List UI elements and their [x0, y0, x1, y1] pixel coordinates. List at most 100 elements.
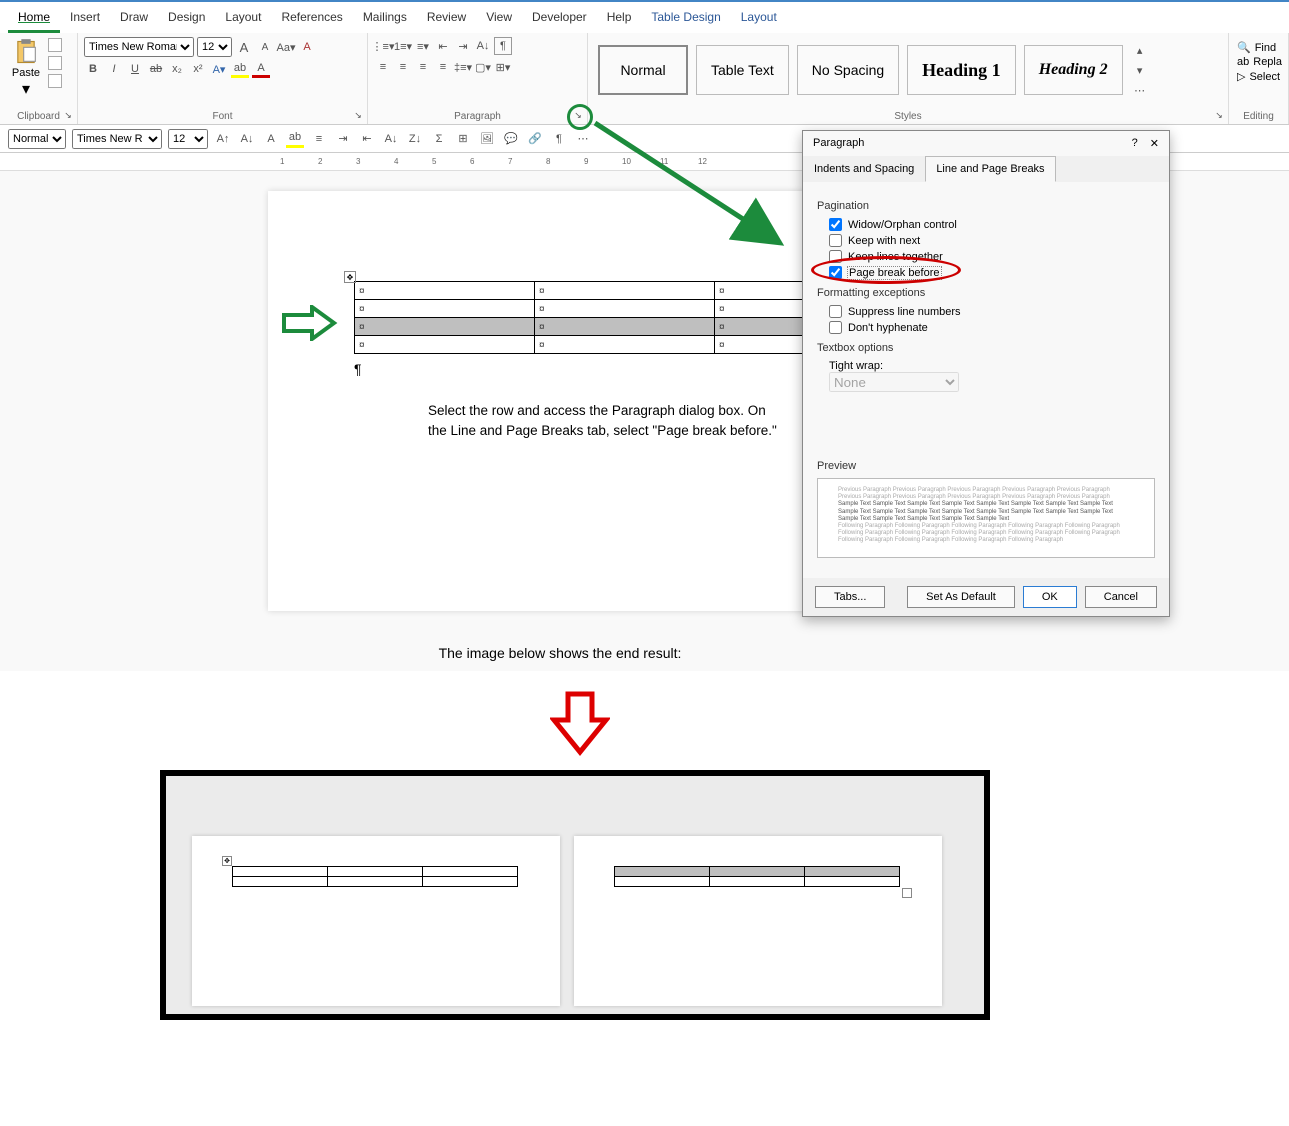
tab-indents-spacing[interactable]: Indents and Spacing: [803, 156, 925, 182]
clear-format-button[interactable]: A: [298, 38, 316, 56]
text-effects-button[interactable]: A▾: [210, 60, 228, 78]
keep-with-next-checkbox[interactable]: [829, 234, 842, 247]
comment-icon[interactable]: 💬: [502, 130, 520, 148]
align-left-button[interactable]: ≡: [374, 58, 392, 76]
ok-button[interactable]: OK: [1023, 586, 1077, 608]
image-icon[interactable]: 🖼: [478, 130, 496, 148]
sum-icon[interactable]: Σ: [430, 130, 448, 148]
link-icon[interactable]: 🔗: [526, 130, 544, 148]
change-case-button[interactable]: Aa▾: [277, 38, 295, 56]
show-marks-button[interactable]: ¶: [494, 37, 512, 55]
tab-view[interactable]: View: [476, 4, 522, 33]
replace-button[interactable]: abRepla: [1237, 56, 1280, 68]
shrink-font-icon[interactable]: A↓: [238, 130, 256, 148]
bold-button[interactable]: B: [84, 60, 102, 78]
widow-orphan-checkbox[interactable]: [829, 218, 842, 231]
tab-help[interactable]: Help: [597, 4, 642, 33]
suppress-line-numbers-checkbox[interactable]: [829, 305, 842, 318]
outdent-icon[interactable]: ⇤: [358, 130, 376, 148]
indent-icon[interactable]: ⇥: [334, 130, 352, 148]
shading-button[interactable]: ▢▾: [474, 58, 492, 76]
tab-draw[interactable]: Draw: [110, 4, 158, 33]
tab-table-layout[interactable]: Layout: [731, 4, 787, 33]
tab-line-page-breaks[interactable]: Line and Page Breaks: [925, 156, 1055, 182]
list-icon[interactable]: ≡: [310, 130, 328, 148]
dont-hyphenate-checkbox[interactable]: [829, 321, 842, 334]
sort-desc-icon[interactable]: Z↓: [406, 130, 424, 148]
more-icon[interactable]: ⋯: [574, 130, 592, 148]
superscript-button[interactable]: x²: [189, 60, 207, 78]
font-color-button[interactable]: A: [252, 60, 270, 78]
format-painter-button[interactable]: [48, 74, 62, 88]
subscript-button[interactable]: x₂: [168, 60, 186, 78]
sort-button[interactable]: A↓: [474, 37, 492, 55]
outline-size-select[interactable]: 12: [168, 129, 208, 149]
find-button[interactable]: 🔍Find: [1237, 41, 1280, 54]
table-move-handle[interactable]: ✥: [344, 271, 356, 283]
dialog-help-button[interactable]: ?: [1132, 137, 1138, 150]
strike-button[interactable]: ab: [147, 60, 165, 78]
dialog-title: Paragraph: [813, 137, 864, 150]
tab-references[interactable]: References: [271, 4, 352, 33]
outline-font-select[interactable]: Times New R: [72, 129, 162, 149]
styles-launcher[interactable]: ↘: [1212, 108, 1226, 122]
underline-button[interactable]: U: [126, 60, 144, 78]
italic-button[interactable]: I: [105, 60, 123, 78]
tab-layout[interactable]: Layout: [215, 4, 271, 33]
style-no-spacing[interactable]: No Spacing: [797, 45, 899, 95]
highlight-button[interactable]: ab: [231, 60, 249, 78]
font-launcher[interactable]: ↘: [351, 108, 365, 122]
pilcrow-icon[interactable]: ¶: [550, 130, 568, 148]
style-normal[interactable]: Normal: [598, 45, 688, 95]
paragraph-launcher[interactable]: ↘: [571, 108, 585, 122]
styles-label: Styles: [594, 109, 1222, 122]
page-break-before-checkbox[interactable]: [829, 266, 842, 279]
multilevel-button[interactable]: ≡▾: [414, 37, 432, 55]
highlight-icon[interactable]: ab: [286, 130, 304, 148]
sort-asc-icon[interactable]: A↓: [382, 130, 400, 148]
style-icon[interactable]: A: [262, 130, 280, 148]
shrink-font-button[interactable]: A: [256, 38, 274, 56]
styles-more-button[interactable]: ⋯: [1131, 81, 1149, 99]
select-button[interactable]: ▷Select: [1237, 70, 1280, 83]
style-heading2[interactable]: Heading 2: [1024, 45, 1123, 95]
tabs-button[interactable]: Tabs...: [815, 586, 885, 608]
numbering-button[interactable]: 1≡▾: [394, 37, 412, 55]
tab-developer[interactable]: Developer: [522, 4, 597, 33]
borders-button[interactable]: ⊞▾: [494, 58, 512, 76]
align-right-button[interactable]: ≡: [414, 58, 432, 76]
keep-lines-checkbox[interactable]: [829, 250, 842, 263]
styles-down-button[interactable]: ▾: [1131, 61, 1149, 79]
style-heading1[interactable]: Heading 1: [907, 45, 1016, 95]
align-center-button[interactable]: ≡: [394, 58, 412, 76]
tab-table-design[interactable]: Table Design: [641, 4, 730, 33]
clipboard-launcher[interactable]: ↘: [61, 108, 75, 122]
copy-button[interactable]: [48, 56, 62, 70]
increase-indent-button[interactable]: ⇥: [454, 37, 472, 55]
dialog-close-button[interactable]: ✕: [1150, 137, 1159, 150]
paste-button[interactable]: Paste ▾: [6, 37, 46, 99]
style-table-text[interactable]: Table Text: [696, 45, 789, 95]
tab-insert[interactable]: Insert: [60, 4, 110, 33]
bullets-button[interactable]: ⋮≡▾: [374, 37, 392, 55]
font-name-select[interactable]: Times New Roman: [84, 37, 194, 57]
table-icon[interactable]: ⊞: [454, 130, 472, 148]
grow-font-button[interactable]: A: [235, 38, 253, 56]
styles-up-button[interactable]: ▴: [1131, 41, 1149, 59]
outline-style-select[interactable]: Normal: [8, 129, 66, 149]
decrease-indent-button[interactable]: ⇤: [434, 37, 452, 55]
justify-button[interactable]: ≡: [434, 58, 452, 76]
font-size-select[interactable]: 12: [197, 37, 232, 57]
set-default-button[interactable]: Set As Default: [907, 586, 1015, 608]
line-spacing-button[interactable]: ‡≡▾: [454, 58, 472, 76]
result-caption: The image below shows the end result:: [0, 645, 1120, 661]
tab-design[interactable]: Design: [158, 4, 215, 33]
paste-icon: [12, 37, 40, 67]
cut-button[interactable]: [48, 38, 62, 52]
tab-mailings[interactable]: Mailings: [353, 4, 417, 33]
styles-group: Normal Table Text No Spacing Heading 1 H…: [588, 33, 1229, 124]
cancel-button[interactable]: Cancel: [1085, 586, 1157, 608]
tab-review[interactable]: Review: [417, 4, 476, 33]
tab-home[interactable]: Home: [8, 4, 60, 33]
grow-font-icon[interactable]: A↑: [214, 130, 232, 148]
